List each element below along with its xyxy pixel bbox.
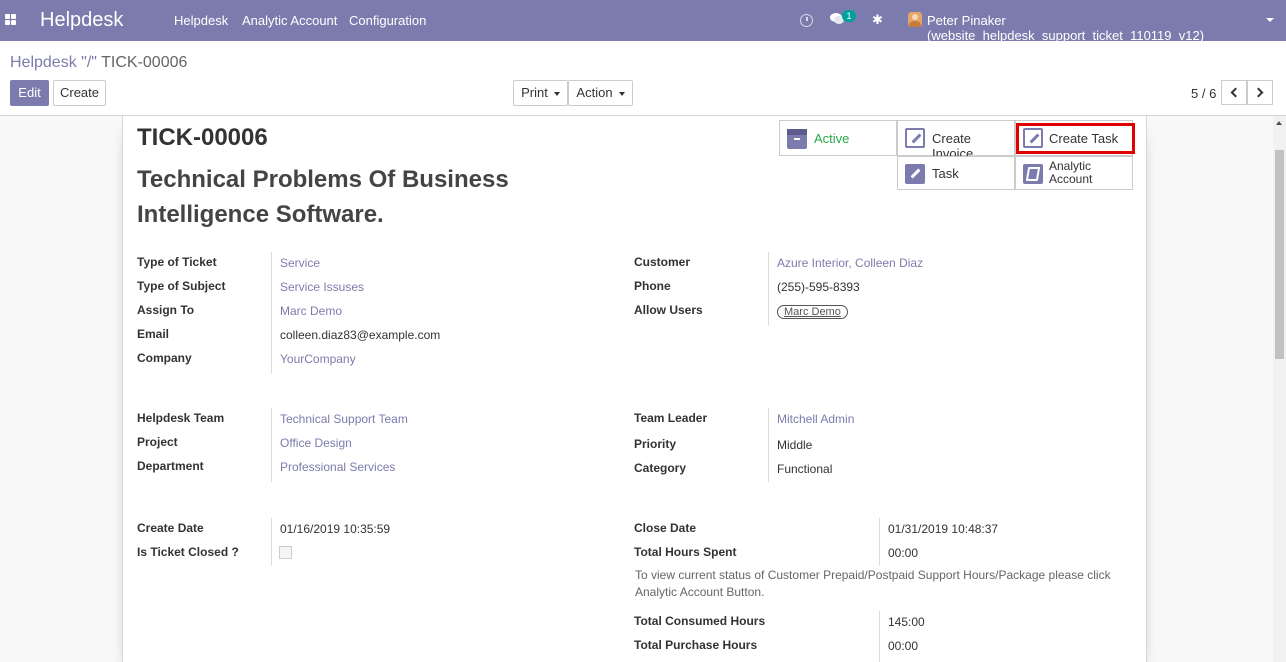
breadcrumb-parent[interactable]: Helpdesk <box>10 54 77 71</box>
field-label: Type of Ticket <box>137 255 217 269</box>
department-value[interactable]: Professional Services <box>280 460 395 474</box>
divider <box>271 518 272 566</box>
user-menu-caret-icon[interactable] <box>1266 18 1274 22</box>
breadcrumb-current: TICK-00006 <box>101 54 188 71</box>
caret-down-icon <box>553 91 560 96</box>
apps-menu-icon[interactable] <box>5 14 17 26</box>
task-button[interactable]: Task <box>897 156 1015 190</box>
menu-configuration[interactable]: Configuration <box>349 13 426 28</box>
field-label: Close Date <box>634 521 697 535</box>
ticket-title: Technical Problems Of Business Intellige… <box>137 166 509 228</box>
analytic-account-label: Analytic Account <box>1049 159 1093 186</box>
action-label: Action <box>576 85 613 100</box>
pencil-icon <box>905 164 925 184</box>
analytic-account-help-text: To view current status of Customer Prepa… <box>635 568 1111 599</box>
allow-users-tag[interactable]: Marc Demo <box>777 305 848 319</box>
field-label: Email <box>137 327 170 341</box>
field-label: Department <box>137 459 204 473</box>
total-consumed-hours-value[interactable]: 145:00 <box>888 615 925 629</box>
field-label: Project <box>137 435 178 449</box>
field-label: Total Consumed Hours <box>634 614 766 628</box>
activity-clock-icon[interactable] <box>800 14 813 27</box>
total-hours-spent-value[interactable]: 00:00 <box>888 546 918 560</box>
menu-helpdesk[interactable]: Helpdesk <box>174 13 228 28</box>
create-invoice-button[interactable]: Create Invoice <box>897 120 1015 161</box>
create-button[interactable]: Create <box>53 80 106 106</box>
breadcrumb: Helpdesk "/" TICK-00006 <box>10 54 187 72</box>
pager-next-button[interactable] <box>1247 80 1273 105</box>
user-avatar[interactable] <box>908 12 922 27</box>
category-value[interactable]: Functional <box>777 462 832 476</box>
print-dropdown[interactable]: Print <box>513 80 568 106</box>
book-icon <box>1023 164 1043 184</box>
team-leader-value[interactable]: Mitchell Admin <box>777 412 854 426</box>
print-label: Print <box>521 85 548 100</box>
field-label: Total Hours Spent <box>634 545 737 559</box>
divider <box>271 252 272 374</box>
top-navbar: Helpdesk Helpdesk Analytic Account Confi… <box>0 0 1286 43</box>
divider <box>768 252 769 326</box>
user-menu[interactable]: Peter Pinaker (website_helpdesk_support_… <box>927 13 1286 43</box>
type-of-ticket-value[interactable]: Service <box>280 256 320 270</box>
scroll-up-icon[interactable] <box>1276 121 1282 125</box>
pager-value[interactable]: 5 / 6 <box>1191 86 1216 101</box>
divider <box>768 408 769 482</box>
form-sheet: Active Create Invoice Create Task Task A… <box>122 116 1147 662</box>
archive-icon <box>787 129 807 149</box>
chat-badge: 1 <box>842 10 856 22</box>
create-task-highlight <box>1016 123 1135 154</box>
edit-icon <box>905 128 925 148</box>
task-label: Task <box>932 166 959 181</box>
app-brand[interactable]: Helpdesk <box>40 9 123 32</box>
type-of-subject-value[interactable]: Service Issuses <box>280 280 364 294</box>
field-label: Helpdesk Team <box>137 411 225 425</box>
debug-bug-icon[interactable]: ✱ <box>872 12 883 28</box>
chevron-left-icon <box>1230 87 1241 98</box>
create-date-value[interactable]: 01/16/2019 10:35:59 <box>280 522 390 536</box>
edit-button[interactable]: Edit <box>10 80 49 106</box>
vertical-scrollbar[interactable] <box>1273 116 1286 662</box>
field-label: Assign To <box>137 303 195 317</box>
field-label: Company <box>137 351 192 365</box>
field-label: Category <box>634 461 687 475</box>
priority-value[interactable]: Middle <box>777 438 812 452</box>
field-label: Create Date <box>137 521 204 535</box>
caret-down-icon <box>618 91 625 96</box>
action-dropdown[interactable]: Action <box>568 80 633 106</box>
helpdesk-team-value[interactable]: Technical Support Team <box>280 412 408 426</box>
assign-to-value[interactable]: Marc Demo <box>280 304 342 318</box>
divider <box>271 408 272 482</box>
breadcrumb-separator: "/" <box>81 54 97 71</box>
email-value[interactable]: colleen.diaz83@example.com <box>280 328 440 342</box>
divider <box>879 611 880 662</box>
active-label: Active <box>814 131 850 146</box>
field-label: Total Purchase Hours <box>634 638 758 652</box>
project-value[interactable]: Office Design <box>280 436 352 450</box>
customer-value[interactable]: Azure Interior, Colleen Diaz <box>777 256 923 270</box>
field-label: Allow Users <box>634 303 703 317</box>
ticket-number: TICK-00006 <box>137 124 268 151</box>
field-label: Phone <box>634 279 671 293</box>
pager-previous-button[interactable] <box>1221 80 1247 105</box>
field-label: Team Leader <box>634 411 708 425</box>
menu-analytic-account[interactable]: Analytic Account <box>242 13 337 28</box>
field-label: Priority <box>634 437 677 451</box>
field-label: Is Ticket Closed ? <box>137 545 239 559</box>
form-view: Active Create Invoice Create Task Task A… <box>0 116 1286 662</box>
active-toggle-button[interactable]: Active <box>779 120 897 156</box>
scrollbar-thumb[interactable] <box>1275 150 1284 359</box>
field-label: Customer <box>634 255 691 269</box>
phone-value[interactable]: (255)-595-8393 <box>777 280 860 294</box>
field-label: Type of Subject <box>137 279 226 293</box>
divider <box>879 518 880 566</box>
close-date-value[interactable]: 01/31/2019 10:48:37 <box>888 522 998 536</box>
is-ticket-closed-checkbox[interactable] <box>279 546 292 559</box>
control-panel: Helpdesk "/" TICK-00006 Edit Create Prin… <box>0 41 1286 116</box>
company-value[interactable]: YourCompany <box>280 352 356 366</box>
total-purchase-hours-value[interactable]: 00:00 <box>888 639 918 653</box>
chevron-right-icon <box>1253 87 1264 98</box>
analytic-account-button[interactable]: Analytic Account <box>1015 156 1133 190</box>
